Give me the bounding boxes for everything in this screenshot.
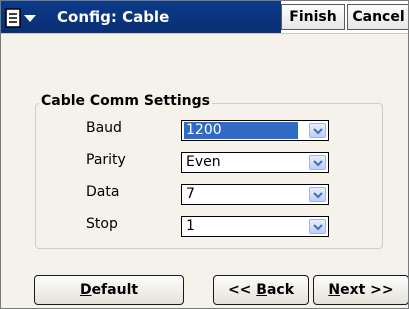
back-prefix: << — [227, 282, 257, 298]
data-value: 7 — [186, 186, 195, 202]
stop-select[interactable]: 1 — [181, 216, 329, 237]
chevron-down-icon[interactable] — [309, 219, 326, 234]
default-label-rest: efault — [91, 282, 139, 298]
stop-value: 1 — [186, 218, 195, 234]
parity-select[interactable]: Even — [181, 152, 329, 173]
page-title: Config: Cable — [57, 8, 170, 26]
parity-label: Parity — [86, 152, 126, 168]
chevron-down-icon[interactable] — [309, 155, 326, 170]
baud-value: 1200 — [184, 122, 298, 139]
screen: Config: Cable Finish Cancel Cable Comm S… — [0, 0, 409, 309]
baud-label: Baud — [86, 120, 122, 136]
default-button[interactable]: Default — [34, 275, 184, 305]
next-button[interactable]: Next >> — [313, 275, 408, 305]
finish-button[interactable]: Finish — [281, 4, 345, 30]
back-accesskey: B — [256, 282, 267, 298]
parity-value: Even — [186, 154, 221, 170]
group-legend: Cable Comm Settings — [39, 93, 212, 109]
chevron-down-icon[interactable] — [309, 123, 326, 138]
default-accesskey: D — [79, 282, 92, 298]
stop-label: Stop — [86, 216, 118, 232]
baud-select[interactable]: 1200 — [181, 120, 329, 141]
next-accesskey: N — [328, 282, 341, 298]
back-button[interactable]: << Back — [213, 275, 309, 305]
chevron-down-icon[interactable] — [309, 187, 326, 202]
next-label-rest: ext >> — [340, 282, 394, 298]
app-menu-icon[interactable] — [4, 7, 40, 29]
data-label: Data — [86, 184, 120, 200]
title-bar: Config: Cable Finish Cancel — [1, 1, 408, 34]
cancel-button[interactable]: Cancel — [347, 4, 408, 30]
data-select[interactable]: 7 — [181, 184, 329, 205]
back-label-rest: ack — [266, 282, 295, 298]
